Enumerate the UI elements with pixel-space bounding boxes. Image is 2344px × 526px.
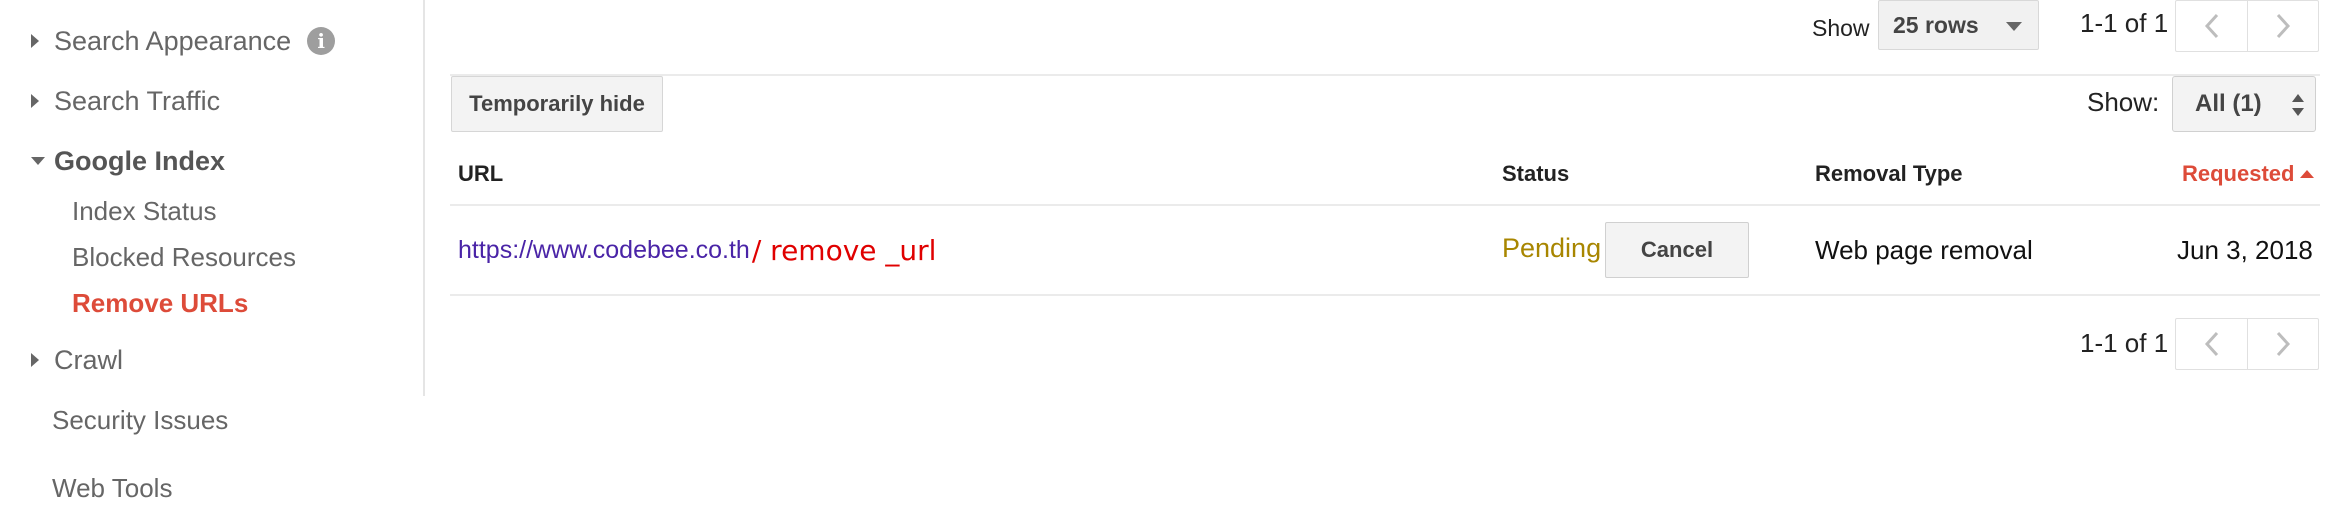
sort-ascending-icon <box>2300 170 2315 178</box>
filter-select[interactable]: All (1) <box>2172 76 2316 132</box>
url-link[interactable]: https://www.codebee.co.th <box>458 236 750 265</box>
row-divider <box>450 294 2320 296</box>
removal-type-cell: Web page removal <box>1815 234 2033 265</box>
sidebar-item-web-tools[interactable]: Web Tools <box>52 469 172 507</box>
chevron-left-icon <box>2204 331 2218 357</box>
dropdown-arrow-icon <box>2006 22 2022 31</box>
column-header-label: Requested <box>2182 161 2295 186</box>
column-header-label: Status <box>1502 161 1570 186</box>
sidebar-item-label: Search Traffic <box>54 85 221 116</box>
requested-date-cell: Jun 3, 2018 <box>2177 234 2313 265</box>
sidebar-item-search-appearance[interactable]: Search Appearance i <box>30 21 336 61</box>
next-page-button[interactable] <box>2247 1 2318 51</box>
sidebar-subitem-label: Index Status <box>72 195 217 226</box>
temporarily-hide-button[interactable]: Temporarily hide <box>451 76 663 132</box>
url-overlay-annotation: / remove _url <box>751 233 937 267</box>
pager-range-top: 1-1 of 1 <box>2080 7 2169 38</box>
sidebar-item-label: Web Tools <box>52 472 173 503</box>
cancel-button[interactable]: Cancel <box>1605 222 1749 278</box>
caret-down-icon <box>30 150 52 172</box>
sidebar-item-label: Google Index <box>54 145 226 176</box>
info-icon[interactable]: i <box>307 27 336 55</box>
sidebar-item-crawl[interactable]: Crawl <box>30 340 123 380</box>
sidebar-item-label: Security Issues <box>52 404 229 435</box>
chevron-left-icon <box>2204 13 2218 39</box>
remove-urls-page: Search Appearance i Search Traffic Googl… <box>0 0 2344 526</box>
pager-controls-bottom <box>2175 318 2319 370</box>
chevron-right-icon <box>2276 13 2291 39</box>
filter-label: Show: <box>2087 86 2160 117</box>
row-divider <box>450 204 2320 206</box>
caret-right-icon <box>30 349 52 371</box>
prev-page-button[interactable] <box>2176 319 2247 369</box>
sidebar-item-label: Search Appearance <box>54 25 292 56</box>
sidebar-item-google-index[interactable]: Google Index <box>30 141 225 181</box>
url-cell[interactable]: https://www.codebee.co.th / remove _url <box>458 230 936 270</box>
pager-range-bottom: 1-1 of 1 <box>2080 327 2169 358</box>
rows-per-page-label: Show <box>1812 14 1870 41</box>
caret-right-icon <box>30 90 52 112</box>
caret-right-icon <box>30 30 52 52</box>
prev-page-button[interactable] <box>2176 1 2247 51</box>
column-header-removal-type[interactable]: Removal Type <box>1815 156 1963 192</box>
toolbar-divider <box>450 74 2320 76</box>
column-header-url[interactable]: URL <box>458 156 503 192</box>
status-pending: Pending <box>1502 232 1602 263</box>
column-header-label: URL <box>458 161 504 186</box>
sidebar-item-security-issues[interactable]: Security Issues <box>52 401 228 439</box>
column-header-label: Removal Type <box>1815 161 1963 186</box>
sidebar-item-label: Crawl <box>54 344 124 375</box>
rows-per-page-select[interactable]: 25 rows <box>1878 0 2039 50</box>
rows-per-page-value: 25 rows <box>1893 11 1979 38</box>
sort-updown-icon <box>2292 94 2304 116</box>
sidebar-item-search-traffic[interactable]: Search Traffic <box>30 81 220 121</box>
sidebar-subitem-label: Blocked Resources <box>72 241 296 272</box>
sidebar-nav: Search Appearance i Search Traffic Googl… <box>0 0 425 396</box>
sidebar-subitem-label: Remove URLs <box>72 287 249 318</box>
column-header-requested[interactable]: Requested <box>2182 156 2315 192</box>
next-page-button[interactable] <box>2247 319 2318 369</box>
pager-controls-top <box>2175 0 2319 52</box>
column-header-status[interactable]: Status <box>1502 156 1569 192</box>
chevron-right-icon <box>2276 331 2291 357</box>
filter-value: All (1) <box>2195 90 2262 117</box>
sidebar-subitem-index-status[interactable]: Index Status <box>72 192 217 230</box>
sidebar-subitem-remove-urls[interactable]: Remove URLs <box>72 284 248 322</box>
sidebar-subitem-blocked-resources[interactable]: Blocked Resources <box>72 238 296 276</box>
